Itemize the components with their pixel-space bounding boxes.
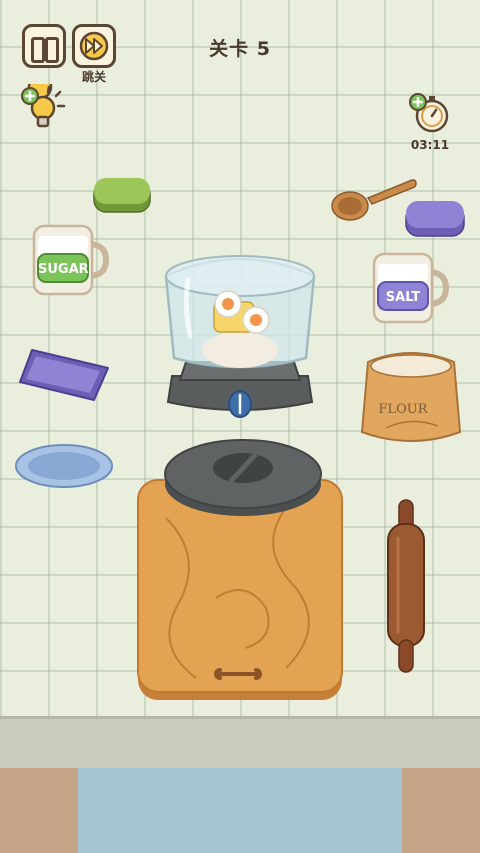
skip-level-label[interactable]: 跳关 bbox=[72, 68, 116, 85]
blender[interactable] bbox=[160, 246, 320, 430]
blue-plate[interactable] bbox=[14, 442, 114, 490]
sugar-jar[interactable] bbox=[30, 222, 110, 298]
timer-readout: 03:11 bbox=[410, 138, 450, 152]
hint-button[interactable] bbox=[18, 74, 68, 134]
stopwatch-icon bbox=[409, 93, 449, 133]
flour-label: FLOUR bbox=[378, 402, 428, 417]
flour-mound bbox=[202, 332, 278, 368]
flour-sack[interactable] bbox=[356, 346, 466, 448]
purple-tray[interactable] bbox=[18, 346, 110, 404]
lightbulb-icon bbox=[21, 74, 66, 128]
purple-lid[interactable] bbox=[404, 198, 466, 240]
floor-left bbox=[0, 768, 78, 853]
salt-label: SALT bbox=[385, 290, 421, 305]
green-lid[interactable] bbox=[92, 176, 152, 218]
counter-edge bbox=[0, 716, 480, 771]
sugar-label: SUGAR bbox=[38, 262, 89, 277]
salt-jar[interactable] bbox=[370, 250, 450, 326]
floor-right bbox=[402, 768, 480, 853]
timer-button[interactable] bbox=[408, 92, 452, 136]
blue-rug bbox=[78, 768, 402, 853]
level-title: 关卡 5 bbox=[209, 38, 271, 60]
grinder-lid[interactable] bbox=[162, 434, 324, 520]
rolling-pin[interactable] bbox=[384, 498, 428, 674]
